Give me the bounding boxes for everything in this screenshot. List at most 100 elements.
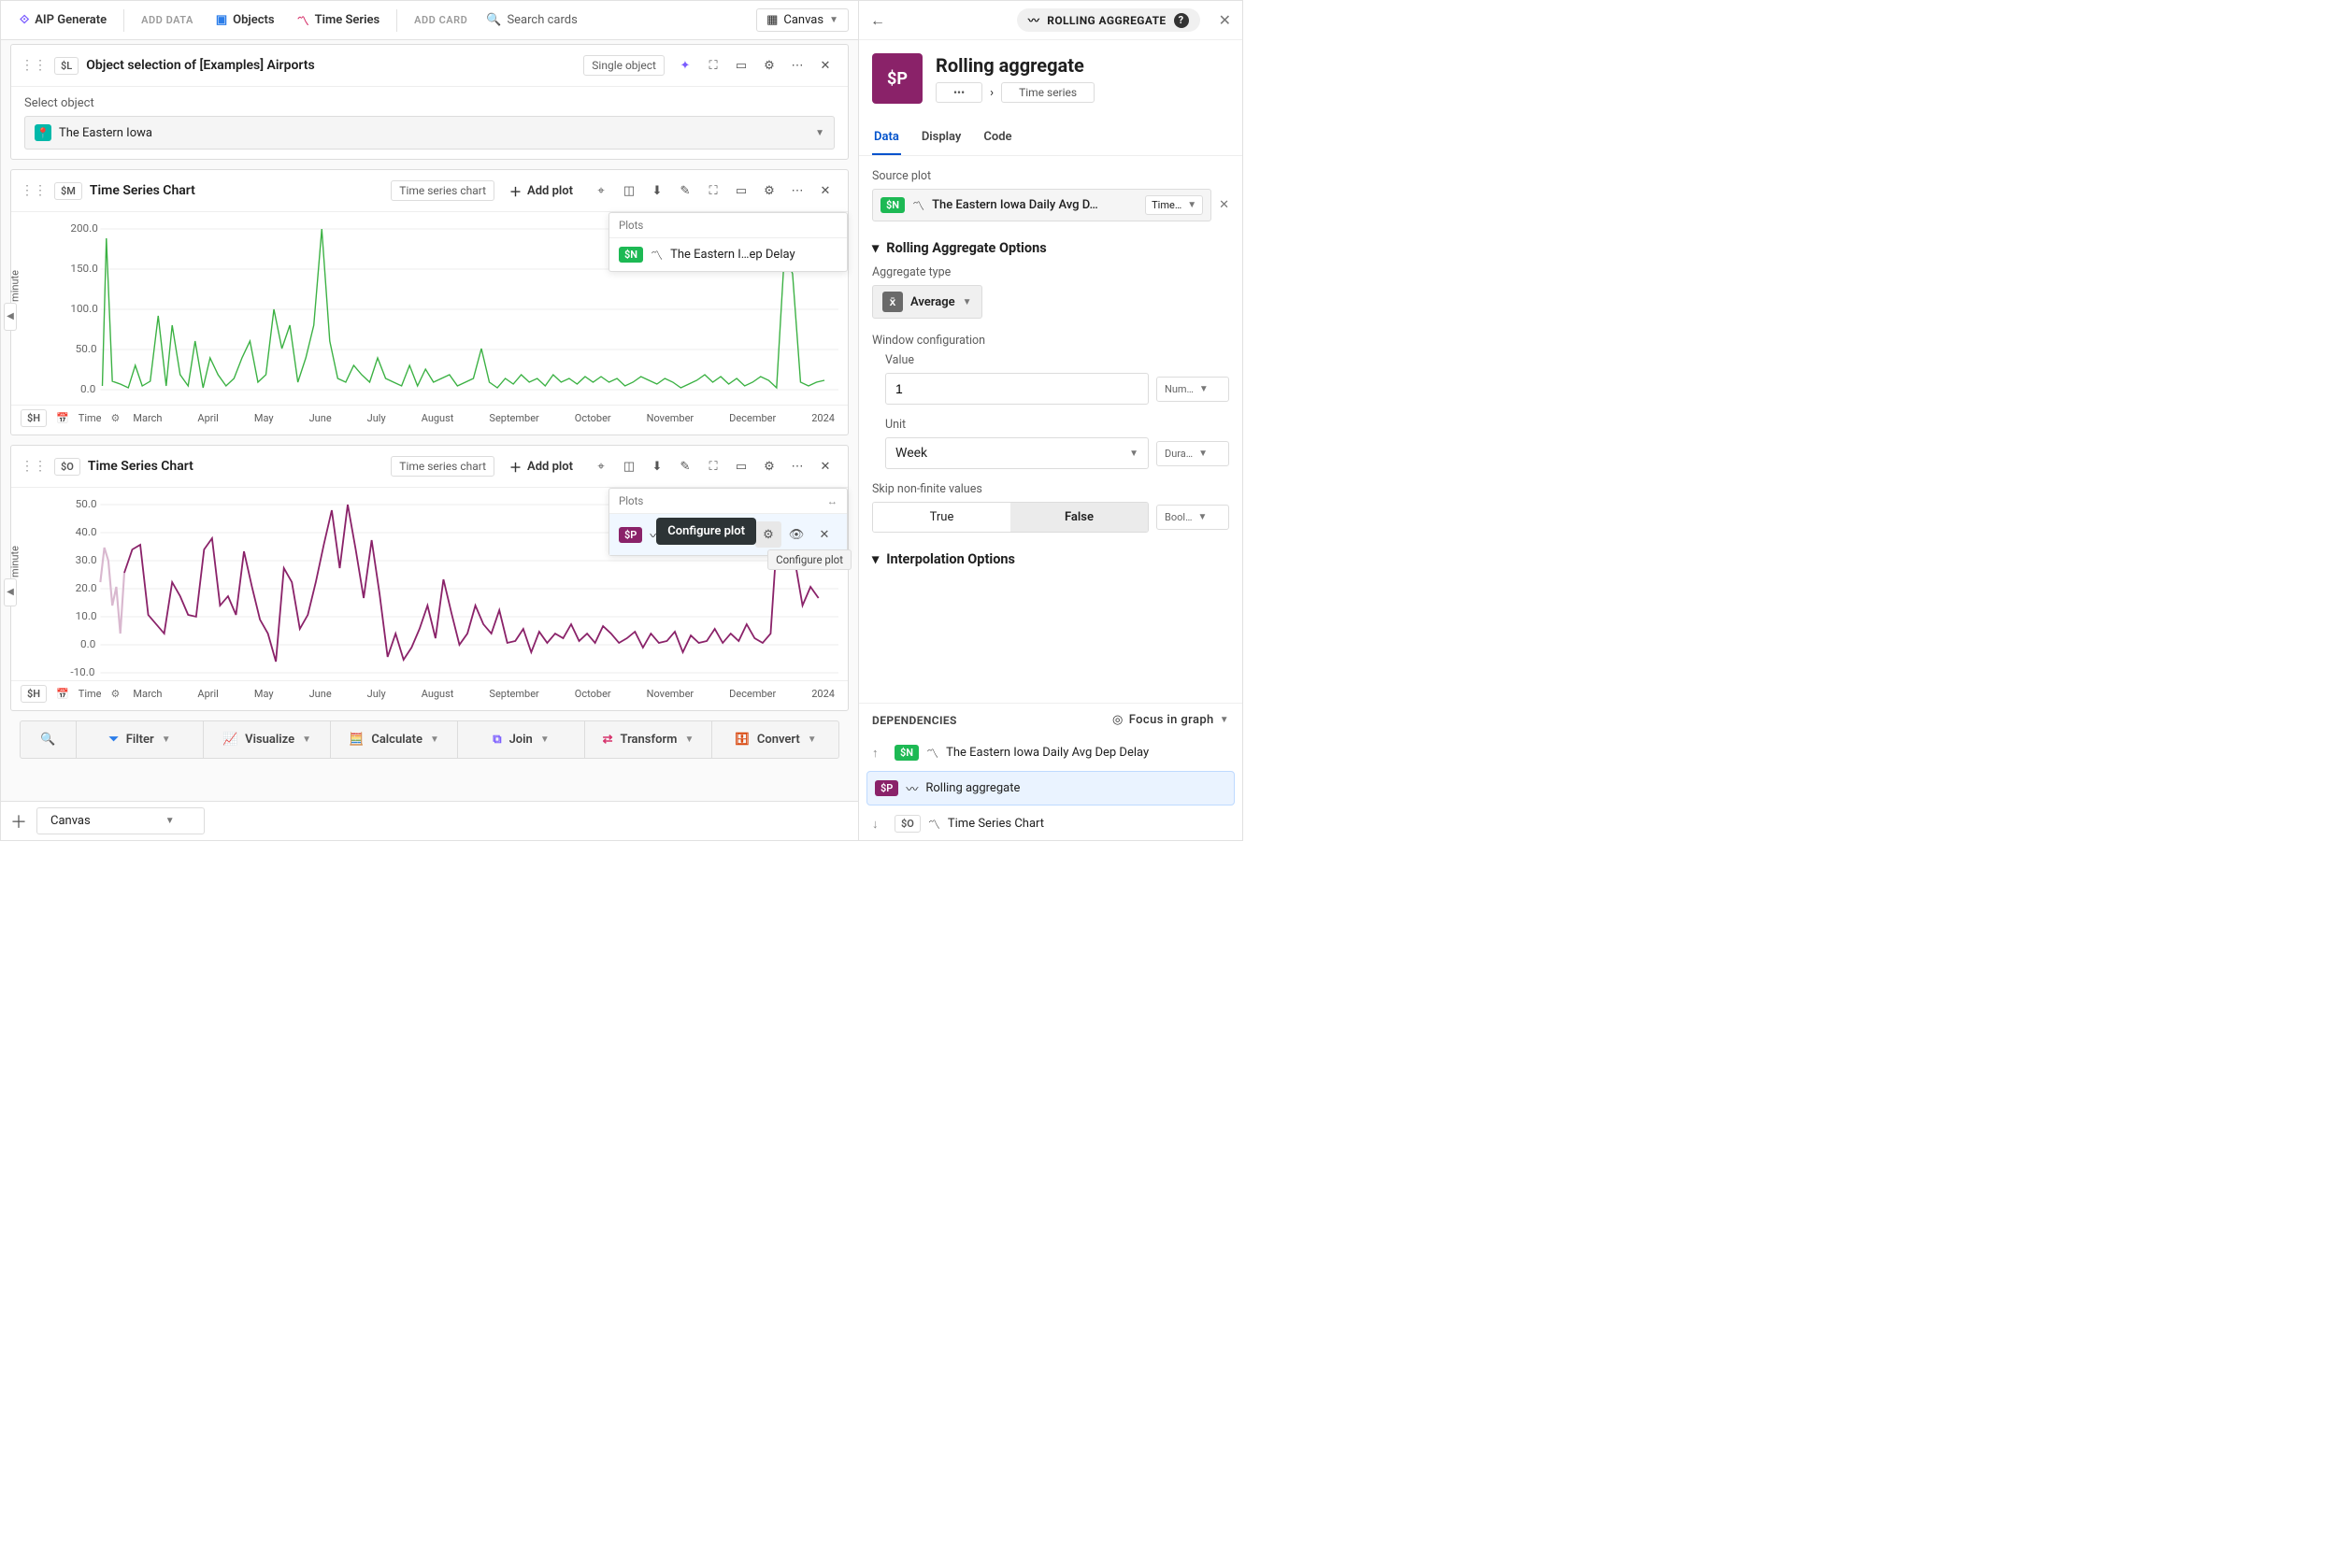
wave-icon: 〰 — [1028, 12, 1039, 28]
layout-icon[interactable]: ◫ — [616, 453, 642, 479]
search-cards[interactable]: 🔍 Search cards — [480, 13, 752, 27]
download-icon[interactable]: ⬇ — [644, 178, 670, 204]
type-pill[interactable]: 〰 ROLLING AGGREGATE ? — [1017, 8, 1200, 32]
gear-icon[interactable]: ⚙ — [111, 688, 121, 700]
skip-true[interactable]: True — [873, 503, 1010, 532]
more-icon[interactable]: ⋯ — [784, 178, 810, 204]
expand-icon[interactable]: ⛶ — [700, 178, 726, 204]
aip-generate-label: AIP Generate — [35, 13, 107, 27]
drag-handle-icon[interactable]: ⋮⋮ — [21, 459, 47, 474]
edit-icon[interactable]: ✎ — [672, 178, 698, 204]
add-plot-label: Add plot — [527, 460, 573, 474]
value-type-select[interactable]: Num…▼ — [1156, 377, 1229, 402]
present-icon[interactable]: ▭ — [728, 52, 754, 78]
dependency-row-downstream[interactable]: ↓ $O 〽 Time Series Chart — [859, 807, 1242, 840]
add-plot-button[interactable]: ＋ Add plot — [502, 178, 580, 204]
expand-icon[interactable]: ⛶ — [700, 453, 726, 479]
resize-icon[interactable]: ↔ — [827, 494, 838, 507]
download-icon[interactable]: ⬇ — [644, 453, 670, 479]
objects-icon: ▣ — [216, 13, 227, 27]
skip-toggle[interactable]: True False — [872, 502, 1149, 533]
add-card-button[interactable]: ADD CARD — [405, 9, 477, 31]
aip-generate-button[interactable]: ⟐ AIP Generate — [10, 8, 116, 32]
add-plot-button[interactable]: ＋ Add plot — [502, 454, 580, 479]
crumb-parent[interactable]: ••• — [936, 82, 982, 103]
gear-icon[interactable]: ⚙ — [111, 412, 121, 424]
dependency-row-self[interactable]: $P 〰 Rolling aggregate — [866, 771, 1235, 805]
average-icon: x̄ — [882, 292, 903, 312]
magic-icon[interactable]: ✦ — [672, 52, 698, 78]
dependency-row-upstream[interactable]: ↑ $N 〽 The Eastern Iowa Daily Avg Dep De… — [859, 736, 1242, 769]
eye-icon[interactable]: 👁 — [783, 521, 809, 548]
filter-button[interactable]: ⏷Filter▼ — [77, 721, 204, 758]
add-data-button[interactable]: ADD DATA — [132, 9, 203, 31]
focus-icon[interactable]: ⌖ — [588, 178, 614, 204]
source-plot-select[interactable]: $N 〽 The Eastern Iowa Daily Avg D… Time…… — [872, 189, 1211, 221]
present-icon[interactable]: ▭ — [728, 178, 754, 204]
drag-handle-icon[interactable]: ⋮⋮ — [21, 183, 47, 198]
edit-icon[interactable]: ✎ — [672, 453, 698, 479]
canvas-mode-select[interactable]: ▦ Canvas ▼ — [756, 8, 849, 32]
convert-button[interactable]: 🗄Convert▼ — [712, 721, 838, 758]
objects-button[interactable]: ▣ Objects — [207, 8, 284, 32]
layout-icon[interactable]: ◫ — [616, 178, 642, 204]
src-type-select[interactable]: Time… ▼ — [1145, 195, 1203, 215]
gear-icon[interactable]: ⚙ — [755, 521, 781, 548]
search-placeholder: Search cards — [507, 13, 577, 27]
time-series-button[interactable]: 〽 Time Series — [288, 7, 390, 34]
tab-data[interactable]: Data — [872, 121, 901, 155]
more-icon[interactable]: ⋯ — [784, 52, 810, 78]
actionbar-search[interactable]: 🔍 — [21, 721, 77, 758]
close-icon[interactable]: ✕ — [812, 52, 838, 78]
close-icon[interactable]: ✕ — [812, 453, 838, 479]
rolling-opts-header[interactable]: ▾ Rolling Aggregate Options — [872, 240, 1229, 256]
calculate-button[interactable]: 🧮Calculate▼ — [331, 721, 458, 758]
join-button[interactable]: ⧉Join▼ — [458, 721, 585, 758]
value-label: Value — [885, 353, 1229, 367]
plots-popup-1: Plots $N 〽 The Eastern I…ep Delay — [608, 212, 848, 272]
close-icon[interactable]: ✕ — [811, 521, 838, 548]
skip-false[interactable]: False — [1010, 503, 1148, 532]
plots-header: Plots ↔ — [609, 489, 847, 514]
x-months: March April May June July August Septemb… — [129, 688, 838, 700]
calendar-icon[interactable]: 📅 — [56, 412, 69, 424]
arrow-down-icon: ↓ — [872, 817, 887, 832]
dep-badge: $P — [875, 780, 898, 796]
agg-type-select[interactable]: x̄ Average ▼ — [872, 285, 982, 319]
focus-in-graph-button[interactable]: ◎ Focus in graph ▼ — [1112, 713, 1229, 727]
tab-display[interactable]: Display — [920, 121, 964, 155]
skip-type-select[interactable]: Bool…▼ — [1156, 505, 1229, 530]
interp-opts-header[interactable]: ▾ Interpolation Options — [872, 551, 1229, 567]
tile-badge: $P — [872, 53, 923, 104]
select-object-label: Select object — [24, 96, 835, 110]
gear-icon[interactable]: ⚙ — [756, 178, 782, 204]
crumb-current[interactable]: Time series — [1001, 82, 1095, 103]
calendar-icon[interactable]: 📅 — [56, 688, 69, 700]
plots-header: Plots — [609, 213, 847, 238]
plot-badge: $N — [619, 247, 643, 263]
gear-icon[interactable]: ⚙ — [756, 52, 782, 78]
join-icon: ⧉ — [493, 733, 501, 747]
back-button[interactable]: ← — [870, 11, 885, 30]
unit-type-select[interactable]: Dura…▼ — [1156, 441, 1229, 466]
unit-select[interactable]: Week ▼ — [885, 437, 1149, 469]
canvas-tab[interactable]: Canvas ▼ — [36, 807, 205, 834]
visualize-button[interactable]: 📈Visualize▼ — [204, 721, 331, 758]
add-tab-button[interactable]: ＋ — [10, 809, 27, 834]
present-icon[interactable]: ▭ — [728, 453, 754, 479]
search-icon: 🔍 — [486, 13, 501, 27]
focus-icon[interactable]: ⌖ — [588, 453, 614, 479]
close-icon[interactable]: ✕ — [812, 178, 838, 204]
close-panel-button[interactable]: ✕ — [1219, 11, 1231, 29]
help-icon[interactable]: ? — [1174, 13, 1189, 28]
plot-row[interactable]: $N 〽 The Eastern I…ep Delay — [609, 238, 847, 271]
object-select[interactable]: 📍 The Eastern Iowa ▼ — [24, 116, 835, 150]
more-icon[interactable]: ⋯ — [784, 453, 810, 479]
drag-handle-icon[interactable]: ⋮⋮ — [21, 58, 47, 73]
value-input[interactable] — [885, 373, 1149, 405]
expand-icon[interactable]: ⛶ — [700, 52, 726, 78]
clear-src-button[interactable]: ✕ — [1219, 198, 1229, 212]
gear-icon[interactable]: ⚙ — [756, 453, 782, 479]
transform-button[interactable]: ⇄Transform▼ — [585, 721, 712, 758]
tab-code[interactable]: Code — [981, 121, 1013, 155]
